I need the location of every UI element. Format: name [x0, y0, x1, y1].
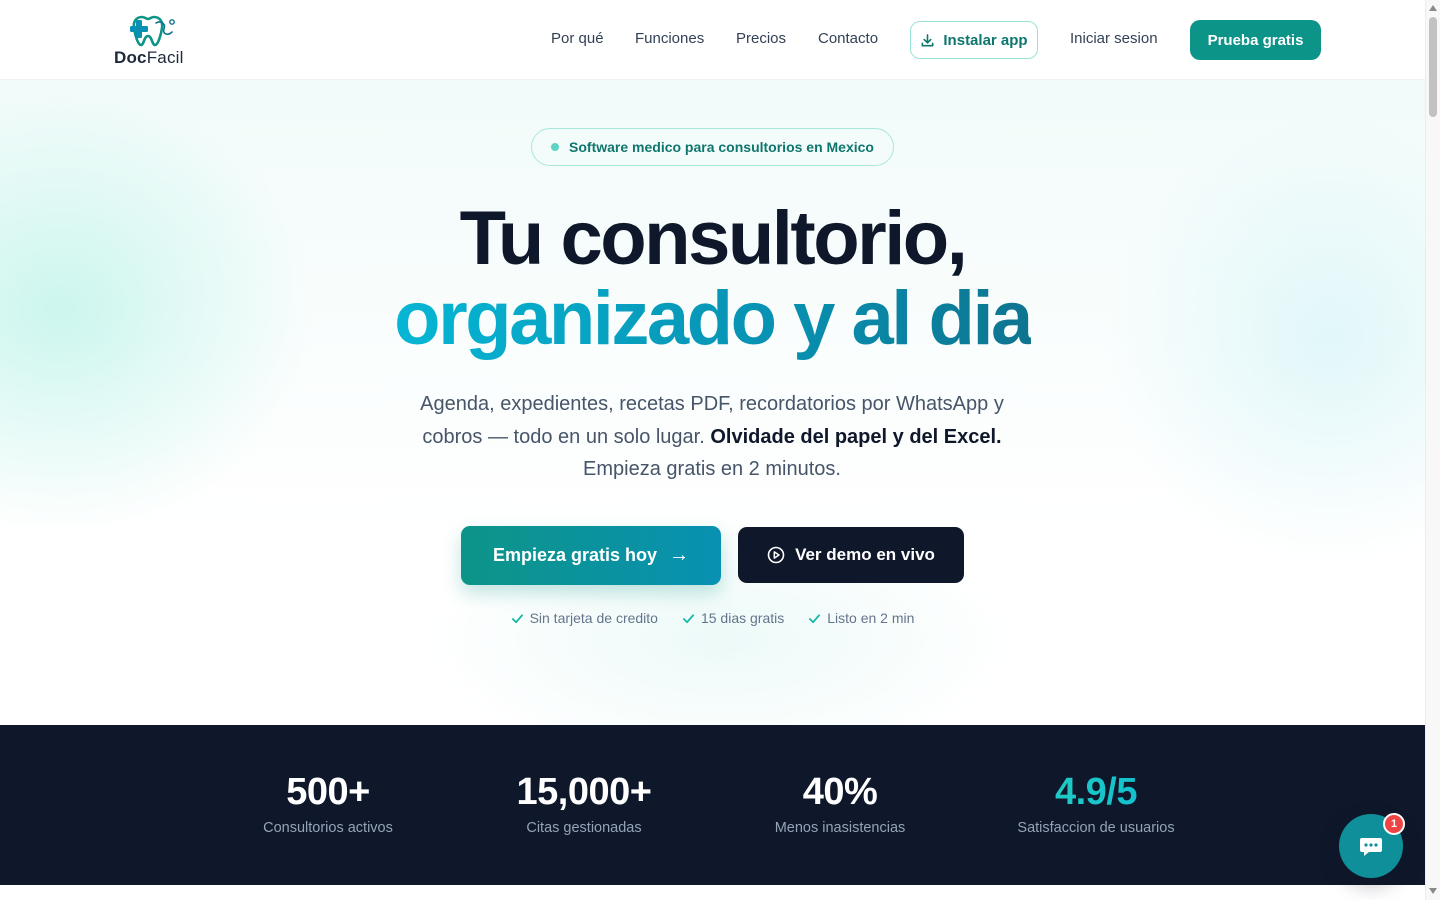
page-scrollbar[interactable]: [1425, 0, 1440, 900]
stat-label: Menos inasistencias: [774, 820, 906, 836]
scroll-up-arrow-icon[interactable]: [1429, 5, 1437, 11]
benefit-label: Listo en 2 min: [827, 610, 915, 626]
hero-benefits: Sin tarjeta de credito 15 dias gratis Li…: [0, 610, 1425, 626]
hero-subtitle-strong: Olvidade del papel y del Excel.: [710, 425, 1002, 448]
page-bottom-edge: [0, 885, 1425, 900]
hero-section: Software medico para consultorios en Mex…: [0, 80, 1425, 725]
benefit-label: Sin tarjeta de credito: [529, 610, 658, 626]
brand-logo[interactable]: DocFacil: [114, 14, 194, 68]
checkmark-icon: [511, 613, 523, 623]
free-trial-button[interactable]: Prueba gratis: [1190, 20, 1321, 60]
nav-link-por-que[interactable]: Por qué: [551, 30, 604, 47]
checkmark-icon: [682, 613, 694, 623]
stat-value: 500+: [286, 771, 370, 813]
live-demo-label: Ver demo en vivo: [795, 545, 935, 564]
benefit-label: 15 dias gratis: [700, 610, 785, 626]
nav-link-funciones[interactable]: Funciones: [635, 30, 704, 47]
arrow-right-icon: →: [669, 544, 690, 566]
benefit-15-days: 15 dias gratis: [682, 610, 784, 626]
stat-label: Citas gestionadas: [526, 820, 642, 836]
stat-value: 15,000+: [516, 771, 652, 813]
badge-dot-icon: [551, 143, 560, 151]
stat-value: 4.9/5: [976, 771, 1216, 814]
login-link[interactable]: Iniciar sesion: [1070, 30, 1158, 47]
start-free-button[interactable]: Empieza gratis hoy →: [461, 526, 721, 585]
brand-name: DocFacil: [114, 48, 184, 68]
hero-subtitle: Agenda, expedientes, recetas PDF, record…: [392, 388, 1032, 486]
stat-value: 40%: [802, 771, 878, 813]
brand-name-part2: Facil: [146, 48, 184, 67]
hero-headline-line2: organizado y al dia: [0, 274, 1425, 364]
start-free-label: Empieza gratis hoy: [492, 545, 658, 565]
chat-notification-badge: 1: [1383, 813, 1405, 835]
tooth-cross-logo-icon: [130, 15, 175, 47]
live-demo-button[interactable]: Ver demo en vivo: [738, 527, 964, 583]
hero-badge-text: Software medico para consultorios en Mex…: [569, 139, 874, 155]
scroll-down-arrow-icon[interactable]: [1429, 888, 1437, 894]
checkmark-icon: [809, 613, 821, 623]
play-circle-icon: [767, 546, 785, 564]
download-icon: [921, 33, 934, 46]
stat-label: Satisfaccion de usuarios: [1017, 820, 1175, 836]
nav-link-precios[interactable]: Precios: [736, 30, 786, 47]
chat-bubble-icon: [1360, 838, 1382, 856]
stat-label: Consultorios activos: [263, 820, 393, 836]
hero-subtitle-part2: Empieza gratis en 2 minutos.: [583, 458, 841, 480]
hero-headline-gradient-text: organizado y al dia: [394, 276, 1033, 361]
hero-headline-line1: Tu consultorio,: [459, 196, 968, 281]
benefit-no-card: Sin tarjeta de credito: [511, 610, 658, 626]
install-app-label: Instalar app: [943, 31, 1028, 49]
stats-section: 500+ Consultorios activos 15,000+ Citas …: [0, 725, 1425, 885]
site-header: DocFacil Por qué Funciones Precios Conta…: [0, 0, 1425, 80]
hero-badge: Software medico para consultorios en Mex…: [531, 128, 894, 166]
nav-link-contacto[interactable]: Contacto: [818, 30, 878, 47]
benefit-ready-2-min: Listo en 2 min: [808, 610, 914, 626]
install-app-button[interactable]: Instalar app: [910, 21, 1038, 59]
scrollbar-thumb[interactable]: [1429, 17, 1437, 117]
brand-name-part1: Doc: [114, 48, 147, 67]
